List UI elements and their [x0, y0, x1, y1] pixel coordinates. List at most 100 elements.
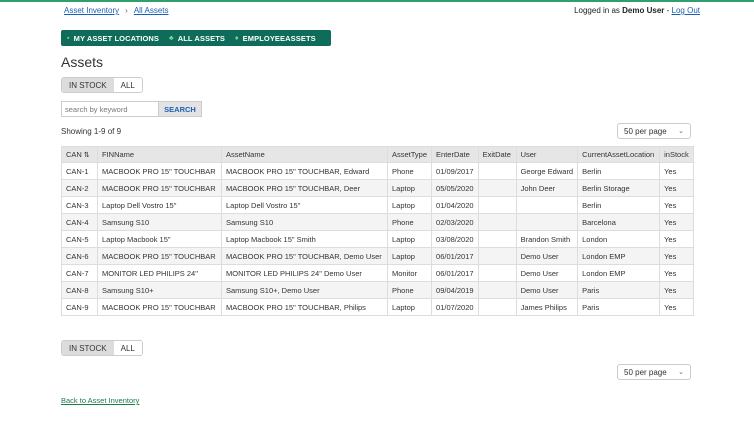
- cell-assetname: MACBOOK PRO 15" TOUCHBAR, Edward: [221, 162, 388, 180]
- cell-instock: Yes: [659, 281, 694, 299]
- cell-assettype: Laptop: [386, 196, 433, 214]
- back-to-inventory-link[interactable]: Back to Asset Inventory: [61, 396, 139, 405]
- table-row[interactable]: CAN-7 MONITOR LED PHILIPS 24" MONITOR LED …: [61, 264, 694, 282]
- cell-finname: MACBOOK PRO 15" TOUCHBAR: [97, 247, 222, 265]
- cell-instock: Yes: [659, 179, 694, 197]
- cell-user: [515, 196, 579, 214]
- cell-assettype: Phone: [386, 162, 433, 180]
- cell-instock: Yes: [659, 230, 694, 248]
- table-row[interactable]: CAN-3 Laptop Dell Vostro 15" Laptop Dell V…: [61, 196, 694, 214]
- cell-finname: MACBOOK PRO 15" TOUCHBAR: [97, 162, 222, 180]
- cell-finname: Samsung S10: [97, 213, 222, 231]
- cell-assettype: Laptop: [386, 179, 433, 197]
- cell-user: Demo User: [515, 264, 579, 282]
- cell-assettype: Monitor: [386, 264, 433, 282]
- chevron-down-icon: ⌄: [678, 369, 684, 376]
- cell-enterdate: 02/03/2020: [431, 213, 479, 231]
- cell-instock: Yes: [659, 213, 694, 231]
- cell-assettype: Laptop: [386, 298, 433, 316]
- table-row[interactable]: CAN-1 MACBOOK PRO 15" TOUCHBAR MACBOOK PRO…: [61, 162, 694, 180]
- employee-icon: ♦: [234, 34, 239, 42]
- cell-exitdate: [477, 196, 517, 214]
- nav-label: EMPLOYEEASSETS: [242, 33, 316, 43]
- location-icon: ▪: [67, 34, 70, 42]
- filter-in-stock-button[interactable]: IN STOCK: [62, 341, 114, 355]
- results-count: Showing 1-9 of 9: [61, 127, 122, 136]
- cell-can: CAN-9: [61, 298, 98, 316]
- cell-location: Berlin Storage: [577, 179, 661, 197]
- table-row[interactable]: CAN-4 Samsung S10 Samsung S10 Phone 02/03/20…: [61, 213, 694, 231]
- cell-instock: Yes: [659, 264, 694, 282]
- stock-filter-toggle-bottom: IN STOCK ALL: [61, 340, 143, 356]
- per-page-value: 50 per page: [624, 367, 667, 377]
- cell-user: James Philips: [515, 298, 579, 316]
- cell-can: CAN-1: [61, 162, 98, 180]
- cell-enterdate: 03/08/2020: [431, 230, 479, 248]
- cell-user: Brandon Smith: [515, 230, 579, 248]
- cell-assetname: MACBOOK PRO 15" TOUCHBAR, Deer: [221, 179, 388, 197]
- filter-all-button[interactable]: ALL: [113, 78, 142, 92]
- table-row[interactable]: CAN-2 MACBOOK PRO 15" TOUCHBAR MACBOOK PRO…: [61, 179, 694, 197]
- logout-link[interactable]: Log Out: [672, 6, 700, 15]
- nav-all-assets[interactable]: ♣ ALL ASSETS: [169, 34, 225, 43]
- chevron-down-icon: ⌄: [678, 128, 684, 135]
- assets-icon: ♣: [169, 34, 174, 42]
- cell-exitdate: [477, 213, 517, 231]
- cell-assettype: Phone: [386, 281, 433, 299]
- cell-assetname: MACBOOK PRO 15" TOUCHBAR, Philips: [221, 298, 388, 316]
- column-header-can[interactable]: CAN ⇅: [61, 146, 98, 163]
- search-input[interactable]: [61, 101, 158, 117]
- nav-employee-assets[interactable]: ♦ EMPLOYEEASSETS: [235, 34, 316, 43]
- nav-my-asset-locations[interactable]: ▪ MY ASSET LOCATIONS: [67, 34, 159, 43]
- search-button[interactable]: SEARCH: [158, 101, 202, 117]
- cell-can: CAN-8: [61, 281, 98, 299]
- cell-exitdate: [477, 264, 517, 282]
- filter-all-button[interactable]: ALL: [113, 341, 142, 355]
- table-row[interactable]: CAN-5 Laptop Macbook 15" Laptop Macbook 15…: [61, 230, 694, 248]
- column-header-assettype: AssetType: [386, 146, 433, 163]
- cell-instock: Yes: [659, 247, 694, 265]
- nav-label: ALL ASSETS: [177, 33, 225, 43]
- cell-instock: Yes: [659, 298, 694, 316]
- cell-finname: MONITOR LED PHILIPS 24": [97, 264, 222, 282]
- cell-can: CAN-7: [61, 264, 98, 282]
- cell-assetname: Samsung S10+, Demo User: [221, 281, 388, 299]
- breadcrumb-current-link[interactable]: All Assets: [134, 6, 169, 15]
- cell-enterdate: 01/04/2020: [431, 196, 479, 214]
- table-row[interactable]: CAN-6 MACBOOK PRO 15" TOUCHBAR MACBOOK PRO…: [61, 247, 694, 265]
- cell-can: CAN-5: [61, 230, 98, 248]
- breadcrumb-home-link[interactable]: Asset Inventory: [64, 6, 119, 15]
- table-row[interactable]: CAN-8 Samsung S10+ Samsung S10+, Demo User…: [61, 281, 694, 299]
- login-status: Logged in as Demo User - Log Out: [574, 6, 700, 15]
- sort-icon[interactable]: ⇅: [84, 152, 90, 159]
- cell-location: Barcelona: [577, 213, 661, 231]
- cell-location: Paris: [577, 281, 661, 299]
- filter-in-stock-button[interactable]: IN STOCK: [62, 78, 114, 92]
- cell-enterdate: 05/05/2020: [431, 179, 479, 197]
- cell-assetname: MACBOOK PRO 15" TOUCHBAR, Demo User: [221, 247, 388, 265]
- table-row[interactable]: CAN-9 MACBOOK PRO 15" TOUCHBAR MACBOOK PRO…: [61, 298, 694, 316]
- column-header-finname: FINName: [97, 146, 222, 163]
- breadcrumb-separator: ›: [125, 6, 128, 15]
- cell-enterdate: 01/09/2017: [431, 162, 479, 180]
- cell-assetname: MONITOR LED PHILIPS 24" Demo User: [221, 264, 388, 282]
- per-page-select-bottom[interactable]: 50 per page ⌄: [617, 364, 691, 380]
- cell-can: CAN-6: [61, 247, 98, 265]
- cell-finname: Laptop Dell Vostro 15": [97, 196, 222, 214]
- cell-user: Demo User: [515, 247, 579, 265]
- table-header-row: CAN ⇅ FINName AssetName AssetType EnterDa…: [61, 146, 694, 163]
- cell-assettype: Laptop: [386, 247, 433, 265]
- cell-assetname: Samsung S10: [221, 213, 388, 231]
- cell-assettype: Phone: [386, 213, 433, 231]
- cell-location: Berlin: [577, 196, 661, 214]
- column-header-enterdate: EnterDate: [431, 146, 479, 163]
- top-accent-line: [0, 0, 754, 2]
- cell-location: London EMP: [577, 247, 661, 265]
- column-header-exitdate: ExitDate: [477, 146, 517, 163]
- main-navbar: ▪ MY ASSET LOCATIONS ♣ ALL ASSETS ♦ EMPL…: [61, 30, 331, 46]
- per-page-select-top[interactable]: 50 per page ⌄: [617, 123, 691, 139]
- cell-user: John Deer: [515, 179, 579, 197]
- cell-enterdate: 09/04/2019: [431, 281, 479, 299]
- cell-exitdate: [477, 281, 517, 299]
- cell-assettype: Laptop: [386, 230, 433, 248]
